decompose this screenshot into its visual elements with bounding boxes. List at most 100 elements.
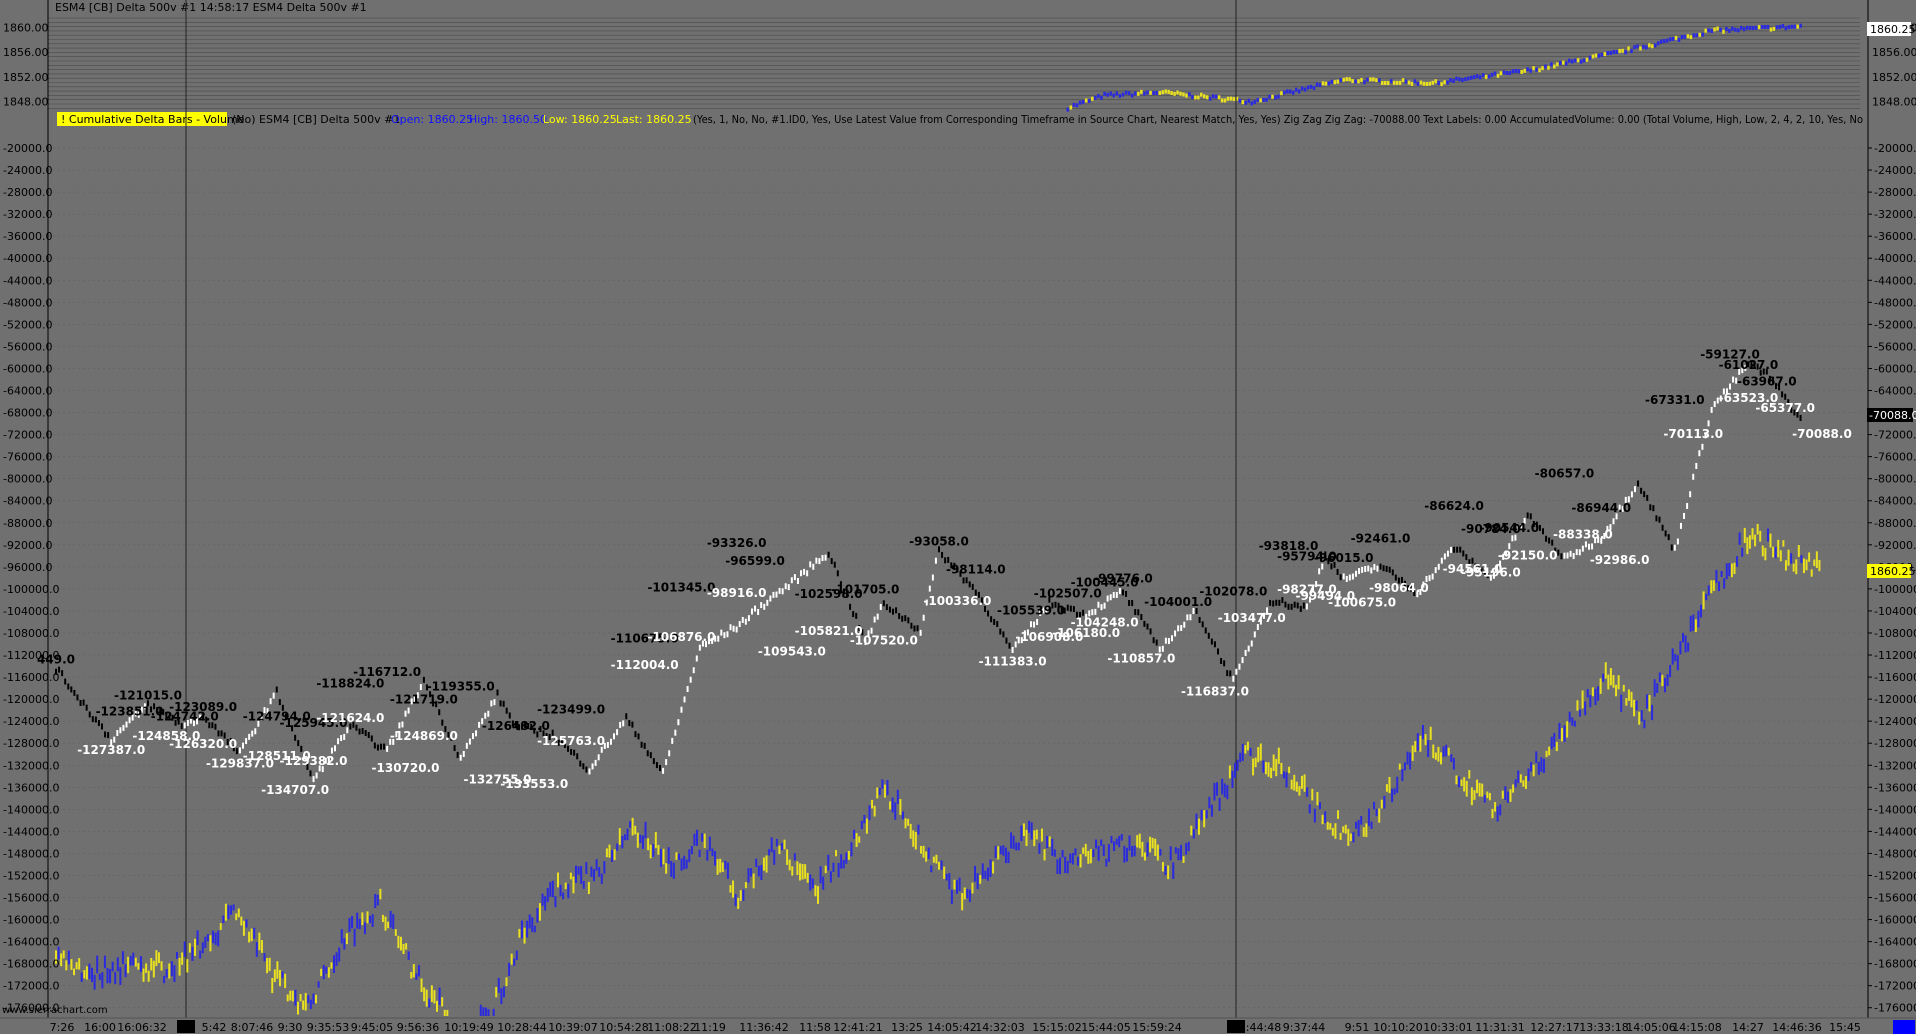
delta-y-tick-right: -40000.0 — [1874, 252, 1916, 265]
delta-y-tick-right: -132000.0 — [1874, 759, 1916, 772]
zigzag-label: -124742.0 — [151, 709, 219, 723]
zigzag-label: -124869.0 — [390, 729, 458, 743]
delta-y-tick-right: -164000.0 — [1874, 936, 1916, 949]
delta-y-tick-left: -120000.0 — [3, 693, 59, 706]
delta-y-tick-right: -36000.0 — [1874, 230, 1916, 243]
zigzag-label: -123499.0 — [537, 702, 605, 716]
time-x-axis[interactable]: 7:26 16:00 16:06:32 5:42 8:07:46 9:30 9:35:53 9… — [0, 1017, 1916, 1034]
zigzag-label: -126482.0 — [482, 719, 550, 733]
x-tick-label: 11:08:22 — [647, 1021, 696, 1034]
zigzag-label: -70113.0 — [1663, 427, 1723, 441]
zigzag-label: -121624.0 — [316, 711, 384, 725]
delta-y-tick-right: -80000.0 — [1874, 473, 1916, 486]
delta-y-tick-right: -48000.0 — [1874, 296, 1916, 309]
x-tick-label: 9:35:53 — [307, 1021, 349, 1034]
delta-y-tick-left: -96000.0 — [3, 561, 52, 574]
delta-y-tick-right: -140000.0 — [1874, 803, 1916, 816]
svg-text:-70088.0: -70088.0 — [1869, 409, 1916, 422]
delta-y-tick-left: -168000.0 — [3, 958, 59, 971]
x-tick-label: 12:27:17 — [1530, 1021, 1579, 1034]
x-tick-label: 14:27 — [1732, 1021, 1764, 1034]
delta-y-tick-right: -136000.0 — [1874, 781, 1916, 794]
delta-y-tick-left: -172000.0 — [3, 980, 59, 993]
delta-y-tick-left: -64000.0 — [3, 385, 52, 398]
delta-y-tick-left: -72000.0 — [3, 429, 52, 442]
x-tick-label: 15:15:02 — [1032, 1021, 1081, 1034]
delta-y-tick-left: -52000.0 — [3, 318, 52, 331]
x-tick-label: 11:19 — [694, 1021, 726, 1034]
x-tick-label: 16:00 — [84, 1021, 116, 1034]
zigzag-label: -102078.0 — [1199, 584, 1267, 598]
x-tick-label: 11:31:31 — [1475, 1021, 1524, 1034]
delta-y-tick-left: -76000.0 — [3, 451, 52, 464]
price-y-tick-right: 1852.00 — [1872, 71, 1916, 84]
zigzag-label: -98064.0 — [1369, 581, 1429, 595]
delta-y-tick-right: -44000.0 — [1874, 274, 1916, 287]
delta-y-tick-left: -132000.0 — [3, 759, 59, 772]
delta-badge: -70088.0 — [1867, 408, 1916, 422]
x-tick-label: 14:05:06 — [1626, 1021, 1675, 1034]
x-tick-label: 11:36:42 — [739, 1021, 788, 1034]
delta-y-tick-right: -120000.0 — [1874, 693, 1916, 706]
zigzag-label: -93326.0 — [707, 536, 767, 550]
delta-y-tick-left: -140000.0 — [3, 803, 59, 816]
scroll-indicator[interactable] — [1893, 1020, 1915, 1034]
delta-y-tick-right: -112000.0 — [1874, 649, 1916, 662]
delta-y-tick-right: -116000.0 — [1874, 671, 1916, 684]
zigzag-label: -96599.0 — [725, 554, 785, 568]
delta-y-tick-left: -152000.0 — [3, 869, 59, 882]
delta-y-tick-right: -176000.0 — [1874, 1002, 1916, 1015]
study-header: ! Cumulative Delta Bars - Volume (No) ES… — [57, 112, 1863, 126]
chart-background — [0, 0, 1916, 1034]
x-tick-label: 10:54:28 — [599, 1021, 648, 1034]
delta-y-tick-right: -52000.0 — [1874, 318, 1916, 331]
x-tick-label: 10:10:20 — [1373, 1021, 1422, 1034]
delta-y-tick-left: -44000.0 — [3, 274, 52, 287]
delta-y-tick-left: -36000.0 — [3, 230, 52, 243]
price-y-tick-right: 1848.00 — [1872, 96, 1916, 109]
x-tick-label: 15:44:05 — [1081, 1021, 1130, 1034]
x-tick-label: 13:25 — [891, 1021, 923, 1034]
zigzag-label: -92461.0 — [1351, 531, 1411, 545]
x-tick-label: 9:30 — [278, 1021, 303, 1034]
zigzag-label: -101345.0 — [647, 580, 715, 594]
delta-y-tick-right: -76000.0 — [1874, 451, 1916, 464]
trading-chart[interactable]: 1860.001860.001856.001856.001852.001852.… — [0, 0, 1916, 1034]
delta-y-tick-left: -24000.0 — [3, 164, 52, 177]
delta-y-tick-right: -88000.0 — [1874, 517, 1916, 530]
delta-y-tick-left: -80000.0 — [3, 473, 52, 486]
x-tick-label: 7:26 — [50, 1021, 75, 1034]
session-marker-label: 4-9 — [1227, 1021, 1245, 1034]
delta-y-tick-right: -28000.0 — [1874, 186, 1916, 199]
zigzag-label: -104248.0 — [1071, 615, 1139, 629]
zigzag-label: -99776.0 — [1093, 572, 1153, 586]
zigzag-label: -86944.0 — [1571, 501, 1631, 515]
zigzag-label: -70088.0 — [1792, 427, 1852, 441]
study-open: Open: 1860.25 — [391, 113, 473, 126]
delta-y-tick-right: -160000.0 — [1874, 914, 1916, 927]
delta-y-tick-right: -128000.0 — [1874, 737, 1916, 750]
zigzag-label: -86624.0 — [1424, 499, 1484, 513]
x-tick-label: 9:37:44 — [1283, 1021, 1325, 1034]
zigzag-label: -110857.0 — [1107, 652, 1175, 666]
study-last: Last: 1860.25 — [616, 113, 692, 126]
x-tick-label: 9:45:05 — [351, 1021, 393, 1034]
study-name: ! Cumulative Delta Bars - Volume — [61, 113, 245, 126]
zigzag-label: -125763.0 — [537, 734, 605, 748]
zigzag-label: -63967.0 — [1737, 374, 1797, 388]
x-tick-label: 10:39:07 — [548, 1021, 597, 1034]
zigzag-label: -61027.0 — [1719, 358, 1779, 372]
zigzag-label: -126320.0 — [169, 737, 237, 751]
zigzag-label: -116712.0 — [353, 665, 421, 679]
x-tick-label: 8:07:46 — [231, 1021, 273, 1034]
delta-y-tick-right: -144000.0 — [1874, 825, 1916, 838]
zigzag-label: -105539.0 — [997, 603, 1065, 617]
delta-y-tick-right: -20000.0 — [1874, 142, 1916, 155]
x-tick-label: 12:41:21 — [833, 1021, 882, 1034]
delta-y-tick-left: -100000.0 — [3, 583, 59, 596]
delta-y-tick-right: -64000.0 — [1874, 385, 1916, 398]
zigzag-label: -133553.0 — [500, 777, 568, 791]
delta-y-tick-left: -136000.0 — [3, 781, 59, 794]
delta-y-tick-right: -104000.0 — [1874, 605, 1916, 618]
delta-y-tick-right: -92000.0 — [1874, 539, 1916, 552]
